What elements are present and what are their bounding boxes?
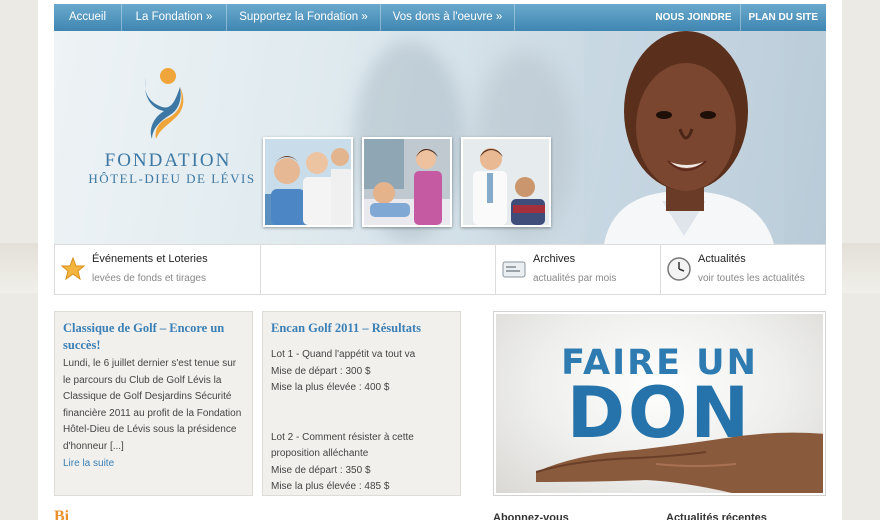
nav-supportez[interactable]: Supportez la Fondation » [227,4,381,31]
news-box-golf: Classique de Golf – Encore un succès! Lu… [54,311,253,496]
nav-vos-dons[interactable]: Vos dons à l'oeuvre » [381,4,515,31]
hero-thumbnail-2[interactable] [362,137,452,227]
nav-right-group: NOUS JOINDRE PLAN DU SITE [647,4,826,31]
section-heading-left: Bi [54,508,70,520]
news-box-encan: Encan Golf 2011 – Résultats Lot 1 - Quan… [262,311,461,496]
news-line: Mise de départ : 300 $ [271,365,371,377]
hand-icon [536,432,823,493]
news-line [271,397,452,430]
news-body: Lundi, le 6 juillet dernier s'est tenue … [63,358,242,452]
feature-bar: Événements et Loteries levées de fonds e… [54,244,826,295]
news-line: Lot 2 - Comment résister à cette proposi… [271,431,414,460]
hero-thumbnail-1[interactable] [263,137,353,227]
nav-nous-joindre[interactable]: NOUS JOINDRE [647,4,741,31]
fondation-logo-icon[interactable] [140,67,188,144]
hero-doctor-portrait [584,31,784,244]
nav-la-fondation[interactable]: La Fondation » [122,4,227,31]
feature-empty [261,245,496,294]
hero-banner: FONDATION HÔTEL-DIEU DE LÉVIS [54,31,826,244]
logo-line-1: FONDATION [104,150,232,171]
archive-icon [502,257,526,286]
news-line: Mise de départ : 350 $ [271,464,371,476]
nav-plan-du-site[interactable]: PLAN DU SITE [741,4,826,31]
nav-accueil[interactable]: Accueil [54,4,122,31]
feature-subtitle: voir toutes les actualités [698,273,805,284]
star-icon [60,256,86,286]
news-line: Lot 1 - Quand l'appétit va tout va [271,349,416,360]
news-line: Mise la plus élevée : 400 $ [271,382,390,393]
feature-evenements[interactable]: Événements et Loteries levées de fonds e… [55,245,261,294]
feature-title: Actualités [698,253,746,265]
feature-subtitle: actualités par mois [533,273,617,284]
logo-line-2: HÔTEL-DIEU DE LÉVIS [88,171,256,186]
donate-image: FAIRE UN DON [496,314,823,493]
main-nav: Accueil La Fondation » Supportez la Fond… [54,4,826,31]
donate-banner[interactable]: FAIRE UN DON [493,311,826,496]
feature-actualites[interactable]: Actualités voir toutes les actualités [661,245,825,294]
feature-title: Archives [533,253,576,265]
feature-archives[interactable]: Archives actualités par mois [496,245,661,294]
section-heading-abonnez: Abonnez-vous [493,512,569,520]
section-heading-actualites: Actualités récentes [666,512,767,520]
read-more-link[interactable]: Lire la suite [63,455,244,473]
page-container: Accueil La Fondation » Supportez la Fond… [38,0,842,520]
news-title[interactable]: Classique de Golf – Encore un succès! [63,320,244,354]
clock-icon [667,257,691,286]
hero-thumbnail-3[interactable] [461,137,551,227]
feature-title: Événements et Loteries [92,253,208,265]
news-line: Mise la plus élevée : 485 $ [271,481,390,492]
news-title[interactable]: Encan Golf 2011 – Résultats [271,320,452,337]
feature-subtitle: levées de fonds et tirages [92,273,206,284]
